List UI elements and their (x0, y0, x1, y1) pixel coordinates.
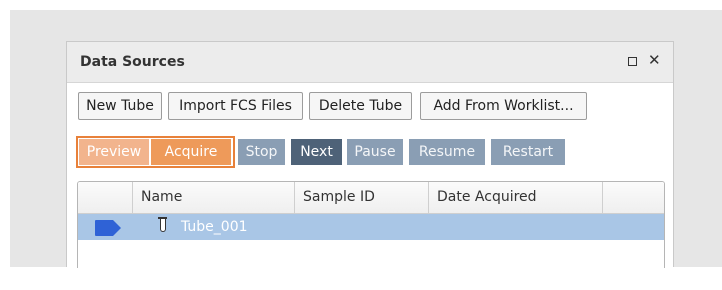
delete-tube-button[interactable]: Delete Tube (309, 92, 412, 120)
import-fcs-files-button[interactable]: Import FCS Files (168, 92, 303, 120)
pause-button[interactable]: Pause (347, 139, 403, 165)
stop-button[interactable]: Stop (238, 139, 285, 165)
tube-icon (158, 217, 167, 232)
next-button[interactable]: Next (291, 139, 342, 165)
panel-title: Data Sources (80, 54, 185, 70)
column-header-name[interactable]: Name (132, 182, 294, 213)
current-tube-arrow-icon (95, 220, 121, 236)
data-sources-panel: Data Sources ✕ New Tube Import FCS Files… (66, 41, 674, 268)
column-header-extra (602, 182, 664, 213)
add-from-worklist-button[interactable]: Add From Worklist... (420, 92, 587, 120)
preview-button[interactable]: Preview (79, 139, 149, 165)
column-header-sample-id[interactable]: Sample ID (294, 182, 428, 213)
tube-name-cell[interactable]: Tube_001 (181, 214, 248, 240)
panel-header: Data Sources ✕ (67, 42, 673, 83)
close-icon[interactable]: ✕ (648, 52, 661, 68)
new-tube-button[interactable]: New Tube (78, 92, 162, 120)
tube-grid: Name Sample ID Date Acquired Tube_001 (77, 181, 665, 268)
resume-button[interactable]: Resume (409, 139, 485, 165)
restart-button[interactable]: Restart (491, 139, 565, 165)
column-header-date-acquired[interactable]: Date Acquired (428, 182, 602, 213)
maximize-icon[interactable] (628, 57, 637, 66)
acquire-button[interactable]: Acquire (151, 139, 231, 165)
grid-header: Name Sample ID Date Acquired (78, 182, 664, 214)
